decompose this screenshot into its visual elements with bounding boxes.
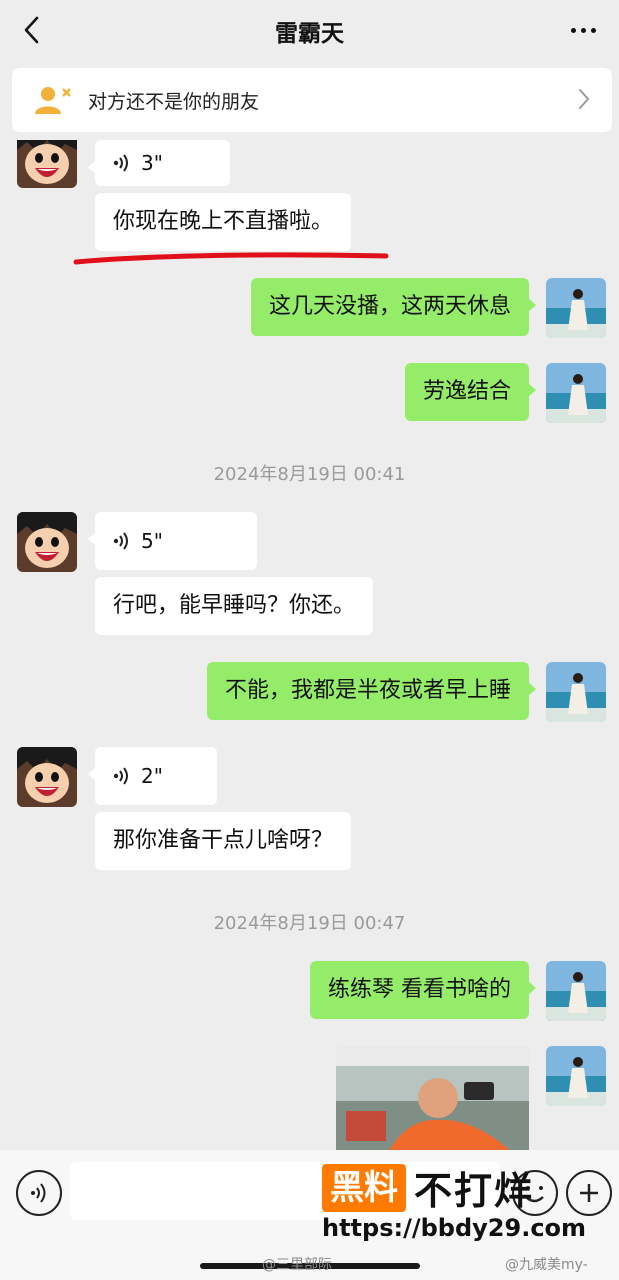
message-text: 这几天没播，这两天休息 <box>268 294 511 319</box>
person-x-icon <box>34 84 74 116</box>
message-text: 那你准备干点儿啥呀？ <box>113 828 334 853</box>
text-message[interactable]: 劳逸结合 <box>404 363 537 421</box>
voice-wave-icon <box>113 767 128 785</box>
message-text: 劳逸结合 <box>422 379 511 404</box>
not-friend-notice[interactable]: 对方还不是你的朋友 <box>12 68 612 132</box>
image-message[interactable] <box>336 1046 529 1150</box>
chat-title: 雷霸天 <box>275 21 344 47</box>
contact-avatar[interactable] <box>17 512 77 572</box>
watermark-credit-right: @九威美my- <box>505 1257 588 1273</box>
plus-button[interactable] <box>566 1170 612 1216</box>
text-message[interactable]: 那你准备干点儿啥呀？ <box>95 812 352 870</box>
voice-wave-icon <box>113 154 128 172</box>
text-message[interactable]: 练练琴 看看书啥的 <box>310 961 536 1019</box>
message-text: 你现在晚上不直播啦。 <box>113 209 334 234</box>
chevron-right-icon <box>579 89 590 109</box>
contact-avatar[interactable] <box>17 140 77 188</box>
voice-duration: 2" <box>141 764 163 788</box>
contact-avatar[interactable] <box>17 747 77 807</box>
message-text: 练练琴 看看书啥的 <box>328 977 511 1002</box>
watermark-url: https://bbdy29.com <box>322 1214 587 1242</box>
message-text: 不能，我都是半夜或者早上睡 <box>224 678 511 703</box>
voice-wave-icon <box>113 532 128 550</box>
watermark-logo: 黑料 不打烊 <box>322 1160 534 1215</box>
voice-toggle-button[interactable] <box>16 1170 62 1216</box>
self-avatar[interactable] <box>546 961 606 1021</box>
text-message[interactable]: 你现在晚上不直播啦。 <box>95 193 352 251</box>
voice-message[interactable]: 2" <box>88 747 217 805</box>
message-text: 行吧，能早睡吗？你还。 <box>113 593 356 618</box>
text-message[interactable]: 行吧，能早睡吗？你还。 <box>95 577 374 635</box>
notice-text: 对方还不是你的朋友 <box>88 90 260 113</box>
voice-message[interactable]: 3" <box>88 140 230 186</box>
red-underline-annotation <box>73 252 389 265</box>
watermark-credit-left: @三里部际 <box>262 1257 332 1273</box>
self-avatar[interactable] <box>546 278 606 338</box>
timestamp: 2024年8月19日 00:41 <box>213 464 406 485</box>
more-dots-icon <box>570 27 576 33</box>
more-button[interactable] <box>561 10 605 50</box>
voice-duration: 5" <box>141 529 163 553</box>
timestamp: 2024年8月19日 00:47 <box>213 913 406 934</box>
self-avatar[interactable] <box>546 662 606 722</box>
watermark-text: 不打烊 <box>414 1169 535 1213</box>
message-list[interactable]: 3" 你现在晚上不直播啦。 这几天没播，这两天休息 劳逸结合 2024年8月19… <box>0 140 619 1150</box>
chat-header: 雷霸天 <box>0 0 619 62</box>
voice-message[interactable]: 5" <box>88 512 257 570</box>
voice-duration: 3" <box>141 151 163 175</box>
self-avatar[interactable] <box>546 1046 606 1106</box>
watermark-box-text: 黑料 <box>322 1163 406 1212</box>
text-message[interactable]: 这几天没播，这两天休息 <box>250 278 537 336</box>
self-avatar[interactable] <box>546 363 606 423</box>
text-message[interactable]: 不能，我都是半夜或者早上睡 <box>206 662 537 720</box>
voice-toggle-icon <box>31 1183 46 1203</box>
plus-icon <box>580 1184 598 1202</box>
